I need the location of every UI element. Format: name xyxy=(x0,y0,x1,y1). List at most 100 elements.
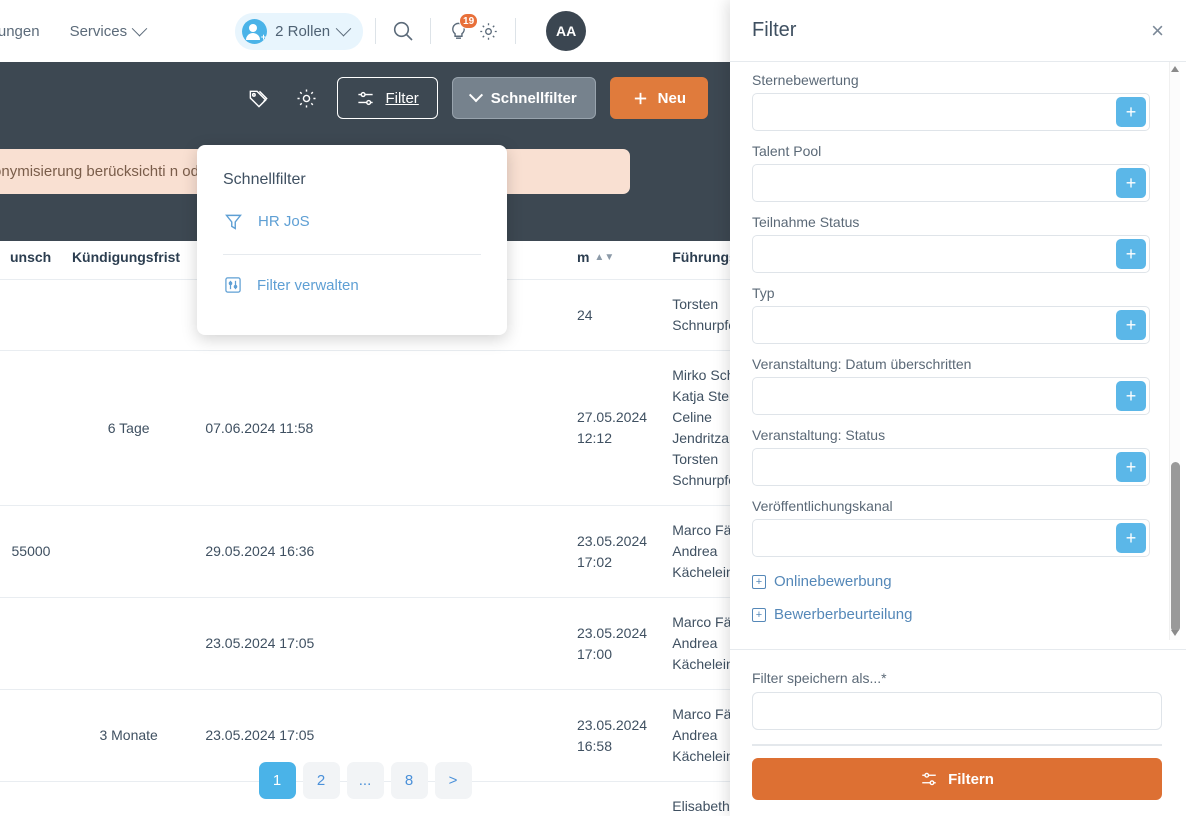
column-header-gehaltswunsch[interactable]: unsch xyxy=(0,241,62,280)
table-settings-gear-icon[interactable] xyxy=(289,81,323,115)
quickfilter-button[interactable]: Schnellfilter xyxy=(451,77,596,119)
sliders-icon xyxy=(922,772,936,786)
avatar-initials: AA xyxy=(556,23,577,39)
quickfilter-dropdown: Schnellfilter HR JoS Filter verwalten xyxy=(197,145,507,335)
save-filter-input[interactable] xyxy=(752,692,1162,730)
add-filter-value-button[interactable]: + xyxy=(1116,310,1146,340)
filter-button[interactable]: Filter xyxy=(337,77,438,119)
new-button[interactable]: Neu xyxy=(609,77,708,119)
divider xyxy=(752,744,1162,746)
avatar[interactable]: AA xyxy=(546,11,587,51)
sort-icon[interactable]: ▲▼ xyxy=(594,253,614,263)
filter-field-label: Talent Pool xyxy=(752,143,822,159)
collapsible-section-onlinebewerbung[interactable]: + Onlinebewerbung xyxy=(752,573,1150,590)
tag-icon[interactable] xyxy=(241,81,275,115)
divider xyxy=(430,18,432,44)
filter-panel: Filter × Sternebewertung + Talent Pool + Tei… xyxy=(730,0,1186,816)
filter-field-input[interactable]: + xyxy=(752,377,1150,415)
funnel-icon xyxy=(225,214,242,230)
close-icon[interactable]: × xyxy=(1151,19,1164,42)
table-cell-letzte: 29.05.2024 16:36 xyxy=(195,505,401,598)
plus-icon xyxy=(634,92,646,104)
table-cell-letzte: 23.05.2024 17:05 xyxy=(195,597,401,690)
pagination-page-2[interactable]: 2 xyxy=(302,762,340,799)
table-row[interactable]: 55000 29.05.2024 16:36 23.05.2024 17:02 Mar… xyxy=(0,505,730,598)
filter-collapsible-sections: + Onlinebewerbung + Bewerberbeurteilung xyxy=(752,573,1150,623)
quickfilter-button-label: Schnellfilter xyxy=(490,89,577,107)
add-filter-value-button[interactable]: + xyxy=(1116,168,1146,198)
filter-field-label: Veröffentlichungskanal xyxy=(752,498,893,514)
notifications-lightbulb-icon[interactable]: 19 xyxy=(443,13,479,46)
column-header-fuehrungskraefte[interactable]: Führungskräfte xyxy=(662,241,730,280)
pagination-page-1[interactable]: 1 xyxy=(258,762,296,799)
add-filter-value-button[interactable]: + xyxy=(1116,97,1146,127)
quickfilter-item-label: HR JoS xyxy=(258,213,310,230)
manage-filters-label: Filter verwalten xyxy=(257,276,359,294)
pagination-page->[interactable]: > xyxy=(434,762,472,799)
filter-field-label: Typ xyxy=(752,285,775,301)
scroll-down-arrow-icon[interactable] xyxy=(1171,630,1179,636)
divider xyxy=(223,254,481,255)
pagination: 1 2... 8 > xyxy=(0,762,730,799)
table-cell-kuendigung xyxy=(61,597,196,690)
settings-gear-icon[interactable] xyxy=(473,16,503,46)
divider xyxy=(515,18,517,44)
add-filter-value-button[interactable]: + xyxy=(1116,239,1146,269)
table-row[interactable]: 6 Tage 07.06.2024 11:58 27.05.2024 12:12 Mi… xyxy=(0,350,730,506)
pagination-page-...[interactable]: ... xyxy=(346,762,384,799)
top-navigation-bar: nstaltungen Services + 2 Rollen xyxy=(0,0,730,62)
table-cell-fuehrung: Marco Färber, Andrea Kächelein xyxy=(662,505,730,598)
filter-field-input[interactable]: + xyxy=(752,164,1150,202)
filter-field-label: Sternebewertung xyxy=(752,72,859,88)
column-header-datum[interactable]: m ▲▼ xyxy=(567,241,662,280)
table-body: 24Torsten Schnurpfeil 1 6 Tage07.06.2024 1… xyxy=(0,279,730,816)
filter-panel-scrollbar[interactable] xyxy=(1169,62,1180,640)
search-icon[interactable] xyxy=(388,16,418,46)
sliders-icon xyxy=(358,91,374,105)
table-cell-spacer xyxy=(400,505,567,598)
apply-filter-button[interactable]: Filtern xyxy=(752,758,1162,800)
table-cell-kuendigung xyxy=(61,279,196,351)
filter-field-input[interactable]: + xyxy=(752,235,1150,273)
nav-item-veranstaltungen[interactable]: nstaltungen xyxy=(0,23,40,40)
nav-item-label: nstaltungen xyxy=(0,22,40,40)
table-cell-datum: 24 xyxy=(566,279,663,351)
add-filter-value-button[interactable]: + xyxy=(1116,523,1146,553)
main-content-area: nstaltungen Services + 2 Rollen xyxy=(0,0,730,816)
filter-field-label: Teilnahme Status xyxy=(752,214,860,230)
table-cell-fuehrung: Mirko Schüssler, Katja Steil, Celine Jen… xyxy=(662,350,730,506)
add-filter-value-button[interactable]: + xyxy=(1116,381,1146,411)
divider xyxy=(375,18,377,44)
nav-item-services[interactable]: Services xyxy=(69,20,148,40)
quickfilter-item-hr-jos[interactable]: HR JoS xyxy=(223,205,481,238)
filter-panel-footer: Filter speichern als...* Filtern xyxy=(730,649,1186,816)
expand-plus-icon: + xyxy=(752,607,766,622)
collapsible-section-bewerberbeurteilung[interactable]: + Bewerberbeurteilung xyxy=(752,606,1150,623)
filter-field-input[interactable]: + xyxy=(752,519,1150,557)
table-cell-gehalt xyxy=(0,279,62,351)
manage-filters-item[interactable]: Filter verwalten xyxy=(223,269,481,301)
table-cell-spacer xyxy=(400,597,567,690)
pagination-page-8[interactable]: 8 xyxy=(390,762,428,799)
table-cell-datum: 23.05.2024 17:02 xyxy=(566,505,663,598)
table-cell-kuendigung: 6 Tage xyxy=(61,350,196,506)
filter-button-label: Filter xyxy=(385,89,419,107)
collapsible-section-label: Bewerberbeurteilung xyxy=(774,606,913,623)
column-header-label: m xyxy=(576,249,590,265)
filter-panel-header: Filter × xyxy=(730,0,1186,62)
save-filter-label: Filter speichern als...* xyxy=(752,670,887,686)
filter-field-input[interactable]: + xyxy=(752,448,1150,486)
roles-selector[interactable]: + 2 Rollen xyxy=(235,12,364,50)
add-filter-value-button[interactable]: + xyxy=(1116,452,1146,482)
column-header-kuendigungsfrist[interactable]: Kündigungsfrist xyxy=(62,241,195,280)
scroll-up-arrow-icon[interactable] xyxy=(1171,66,1179,72)
new-button-label: Neu xyxy=(657,89,686,107)
filter-field-input[interactable]: + xyxy=(752,306,1150,344)
table-cell-datum: 23.05.2024 17:00 xyxy=(566,597,663,690)
nav-item-label: Services xyxy=(69,22,128,40)
table-row[interactable]: 23.05.2024 17:05 23.05.2024 17:00 Marco Fä… xyxy=(0,597,730,690)
chevron-down-icon xyxy=(335,20,352,36)
filter-field-input[interactable]: + xyxy=(752,93,1150,131)
scrollbar-thumb[interactable] xyxy=(1171,462,1180,632)
roles-label: 2 Rollen xyxy=(275,22,331,40)
